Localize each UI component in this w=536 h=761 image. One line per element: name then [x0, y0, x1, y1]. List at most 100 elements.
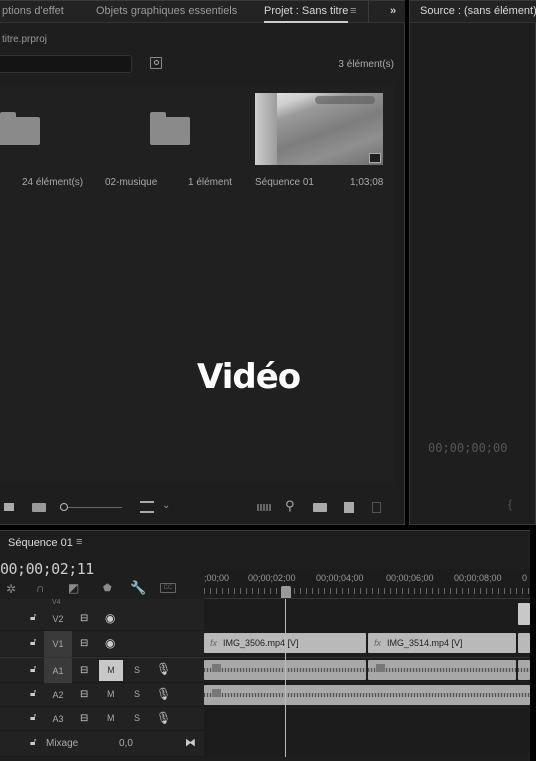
- track-header-v1: 🔓︎ V1 ⊟ ◉: [0, 631, 204, 657]
- track-target-a1[interactable]: A1: [44, 658, 72, 684]
- track-target-v2[interactable]: V2: [48, 610, 68, 628]
- sort-icon[interactable]: [140, 501, 154, 513]
- ruler-label: 0: [522, 573, 528, 583]
- mute-button[interactable]: M: [107, 689, 115, 699]
- project-file-name: titre.prproj: [2, 34, 48, 45]
- ruler-label: ;00;00: [204, 573, 230, 583]
- icon-view-icon[interactable]: [32, 503, 46, 512]
- video-clip[interactable]: [518, 633, 530, 653]
- bin-folder-icon[interactable]: [150, 112, 190, 145]
- track-lanes[interactable]: fx IMG_3506.mp4 [V] fx IMG_3514.mp4 [V]: [204, 599, 530, 757]
- zoom-slider-handle[interactable]: [60, 503, 68, 511]
- eye-icon[interactable]: ◉: [105, 636, 115, 650]
- fx-badge: fx: [374, 638, 382, 648]
- captions-icon[interactable]: CC: [160, 583, 176, 593]
- timeline-tools: ✲ ∩ ◩ ⬟ 🔧 CC: [0, 579, 204, 599]
- tab-source[interactable]: Source : (sans élément): [420, 5, 536, 17]
- track-header-v2: 🔓︎ V2 ⊟ ◉: [0, 607, 204, 631]
- hamburger-icon[interactable]: ≡: [350, 5, 356, 17]
- mix-value[interactable]: 0,0: [119, 738, 133, 749]
- lock-icon[interactable]: 🔓︎: [30, 612, 36, 623]
- bin-count: 1 élément: [188, 177, 232, 188]
- track-target-a3[interactable]: A3: [48, 710, 68, 728]
- lock-icon[interactable]: 🔓︎: [30, 737, 36, 748]
- fx-badge-icon: [212, 664, 221, 672]
- project-panel: ptions d'effet Objets graphiques essenti…: [0, 0, 405, 525]
- sync-lock-icon[interactable]: ⊟: [80, 689, 88, 700]
- tab-sequence[interactable]: Séquence 01: [8, 537, 73, 549]
- audio-clip[interactable]: [518, 660, 530, 680]
- item-count: 3 élément(s): [338, 59, 394, 70]
- video-clip[interactable]: fx IMG_3514.mp4 [V]: [368, 633, 516, 653]
- search-input[interactable]: [0, 55, 132, 73]
- automate-sequence-icon[interactable]: [257, 504, 271, 511]
- time-ruler[interactable]: ;00;00 00;00;02;00 00;00;04;00 00;00;06;…: [204, 569, 530, 599]
- clip-name: IMG_3506.mp4 [V]: [223, 638, 299, 648]
- hamburger-icon[interactable]: ≡: [76, 536, 82, 548]
- lock-icon[interactable]: 🔓︎: [30, 712, 36, 723]
- playhead-handle[interactable]: [281, 586, 291, 598]
- snap-icon[interactable]: ∩: [36, 582, 45, 594]
- solo-button[interactable]: S: [134, 689, 140, 699]
- new-item-icon[interactable]: [344, 502, 354, 513]
- mix-label: Mixage: [46, 738, 79, 749]
- linked-selection-icon[interactable]: ◩: [68, 582, 79, 594]
- go-to-end-icon[interactable]: ⧓: [185, 736, 196, 749]
- fx-badge: fx: [210, 638, 218, 648]
- mute-button[interactable]: M: [107, 713, 115, 723]
- lane-divider: [204, 657, 530, 658]
- ruler-label: 00;00;04;00: [316, 573, 364, 583]
- chevron-down-icon[interactable]: ⌄: [162, 500, 170, 511]
- wrench-icon[interactable]: 🔧: [130, 581, 146, 594]
- clip-edge[interactable]: [518, 603, 530, 625]
- project-bottom-toolbar: ⌄ ⚲: [0, 495, 394, 519]
- tab-effect-options[interactable]: ptions d'effet: [2, 5, 64, 17]
- track-target-a2[interactable]: A2: [48, 686, 68, 704]
- lock-icon[interactable]: 🔓︎: [30, 637, 36, 648]
- sequence-thumbnail[interactable]: [255, 93, 383, 165]
- track-header-a2: 🔓︎ A2 ⊟ M S 🎙︎: [0, 683, 204, 707]
- microphone-icon[interactable]: 🎙︎: [156, 662, 171, 676]
- sync-lock-icon[interactable]: ⊟: [80, 665, 88, 676]
- list-view-icon[interactable]: [4, 503, 14, 511]
- sequence-duration: 1;03;08: [350, 177, 384, 188]
- mark-in-icon[interactable]: {: [508, 497, 512, 511]
- source-timecode[interactable]: 00;00;00;00: [428, 441, 507, 455]
- fx-badge-icon: [212, 689, 221, 697]
- sync-lock-icon[interactable]: ⊟: [80, 638, 88, 649]
- microphone-icon[interactable]: 🎙︎: [156, 711, 171, 725]
- eye-icon[interactable]: ◉: [105, 611, 115, 625]
- solo-button[interactable]: S: [134, 713, 140, 723]
- track-target-v1[interactable]: V1: [44, 631, 72, 657]
- track-header-mix: 🔓︎ Mixage 0,0 ⧓: [0, 731, 204, 757]
- sync-lock-icon[interactable]: ⊟: [80, 713, 88, 724]
- zoom-slider-track[interactable]: [68, 507, 122, 508]
- microphone-icon[interactable]: 🎙︎: [156, 687, 171, 701]
- sequence-name[interactable]: Séquence 01: [255, 177, 314, 188]
- trash-icon[interactable]: [372, 502, 381, 513]
- new-bin-icon[interactable]: [313, 503, 327, 512]
- sync-lock-icon[interactable]: ⊟: [80, 613, 88, 624]
- audio-clip[interactable]: [204, 685, 530, 705]
- timeline-panel: Séquence 01 ≡ 00;00;02;11 ✲ ∩ ◩ ⬟ 🔧 CC ;…: [0, 530, 530, 761]
- track-header-a3: 🔓︎ A3 ⊟ M S 🎙︎: [0, 707, 204, 731]
- search-icon[interactable]: ⚲: [285, 498, 295, 514]
- bin-name[interactable]: 02-musique: [105, 177, 157, 188]
- nest-icon[interactable]: ✲: [6, 583, 16, 595]
- bin-folder-icon[interactable]: [0, 112, 40, 145]
- tab-essential-graphics[interactable]: Objets graphiques essentiels: [96, 5, 237, 17]
- mute-button[interactable]: M: [99, 660, 123, 681]
- bin-content-area: 24 élément(s) 02-musique 1 élément Séque…: [0, 84, 394, 484]
- playhead-line[interactable]: [285, 599, 286, 757]
- lock-icon[interactable]: 🔓︎: [30, 688, 36, 699]
- double-chevron-right-icon[interactable]: »: [390, 5, 396, 17]
- clip-name: IMG_3514.mp4 [V]: [387, 638, 463, 648]
- playhead-timecode[interactable]: 00;00;02;11: [0, 560, 94, 578]
- audio-clip[interactable]: [368, 660, 516, 680]
- tab-project[interactable]: Projet : Sans titre: [264, 5, 349, 23]
- bin-count: 24 élément(s): [22, 177, 84, 188]
- solo-button[interactable]: S: [134, 665, 140, 675]
- find-icon[interactable]: [150, 57, 162, 69]
- lock-icon[interactable]: 🔓︎: [30, 664, 36, 675]
- add-marker-icon[interactable]: ⬟: [103, 583, 112, 595]
